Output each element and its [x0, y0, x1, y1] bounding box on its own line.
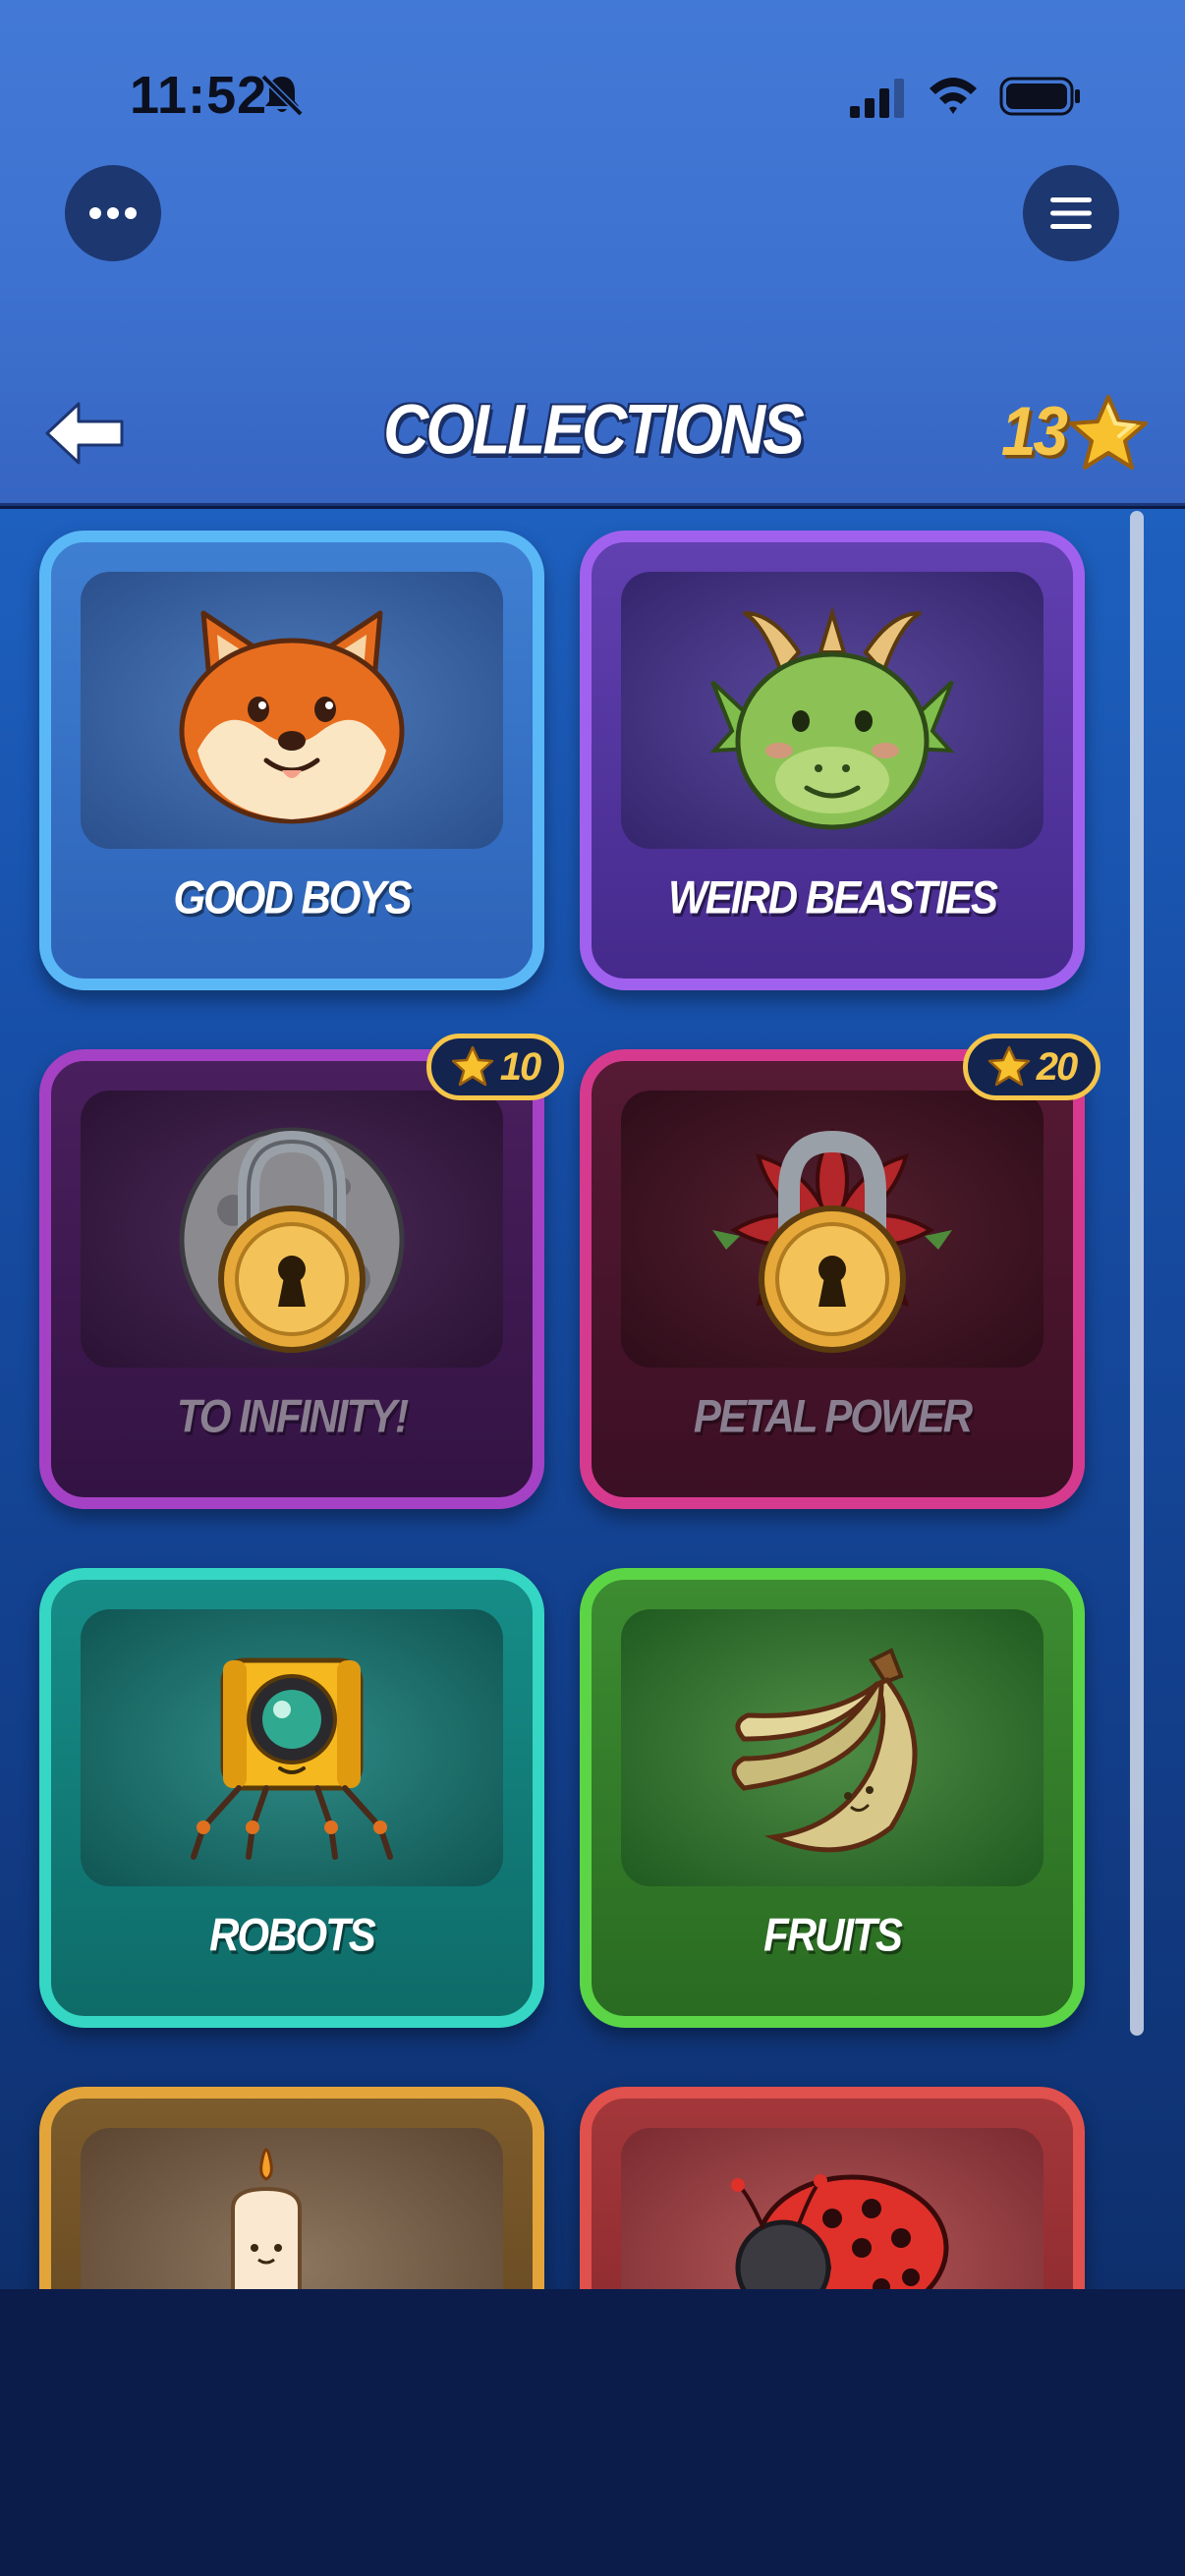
unlock-cost: 10 — [499, 1044, 541, 1089]
robot-icon — [191, 1657, 393, 1860]
dragon-icon — [709, 606, 955, 830]
star-icon — [1069, 395, 1148, 470]
collection-card-to-infinity[interactable]: TO INFINITY! — [39, 1049, 544, 1509]
collection-card-robots[interactable]: ROBOTS — [39, 1568, 544, 2028]
card-image-frame — [81, 1091, 503, 1368]
card-label: FRUITS — [763, 1909, 903, 1961]
status-time: 11:52 — [130, 66, 268, 125]
star-icon — [451, 1045, 493, 1087]
collection-card-fruits[interactable]: FRUITS — [580, 1568, 1085, 2028]
unlock-cost-badge: 10 — [426, 1034, 564, 1100]
wifi-icon — [930, 78, 977, 114]
collection-card-weird-beasties[interactable]: WEIRD BEASTIES — [580, 531, 1085, 990]
star-icon — [988, 1045, 1030, 1087]
bottom-safe-area — [0, 2289, 1185, 2576]
card-image-frame — [81, 572, 503, 849]
menu-button[interactable] — [1023, 165, 1119, 261]
star-count: 13 — [1000, 392, 1068, 471]
unlock-cost-badge: 20 — [963, 1034, 1100, 1100]
bell-slash-icon — [260, 74, 304, 117]
card-label: TO INFINITY! — [176, 1390, 409, 1442]
collection-card-good-boys[interactable]: GOOD BOYS — [39, 531, 544, 990]
flower-lock-icon — [712, 1128, 952, 1353]
shiba-dog-icon — [179, 610, 405, 824]
card-label: PETAL POWER — [693, 1390, 973, 1442]
card-label: GOOD BOYS — [173, 871, 412, 924]
ellipsis-icon — [89, 207, 137, 219]
card-image-frame — [621, 572, 1044, 849]
battery-icon — [999, 77, 1080, 116]
scrollbar[interactable] — [1130, 511, 1144, 2036]
status-bar: 11:52 — [0, 0, 1185, 196]
more-button[interactable] — [65, 165, 161, 261]
collection-card-petal-power[interactable]: PETAL POWER — [580, 1049, 1085, 1509]
card-label: ROBOTS — [209, 1909, 376, 1961]
card-image-frame — [621, 1609, 1044, 1886]
card-image-frame — [81, 1609, 503, 1886]
signal-icon — [850, 79, 904, 118]
banana-icon — [731, 1648, 918, 1853]
card-label: WEIRD BEASTIES — [668, 871, 998, 924]
hamburger-menu-icon — [1050, 197, 1092, 229]
moon-lock-icon — [179, 1127, 405, 1353]
unlock-cost: 20 — [1036, 1044, 1078, 1089]
card-image-frame — [621, 1091, 1044, 1368]
